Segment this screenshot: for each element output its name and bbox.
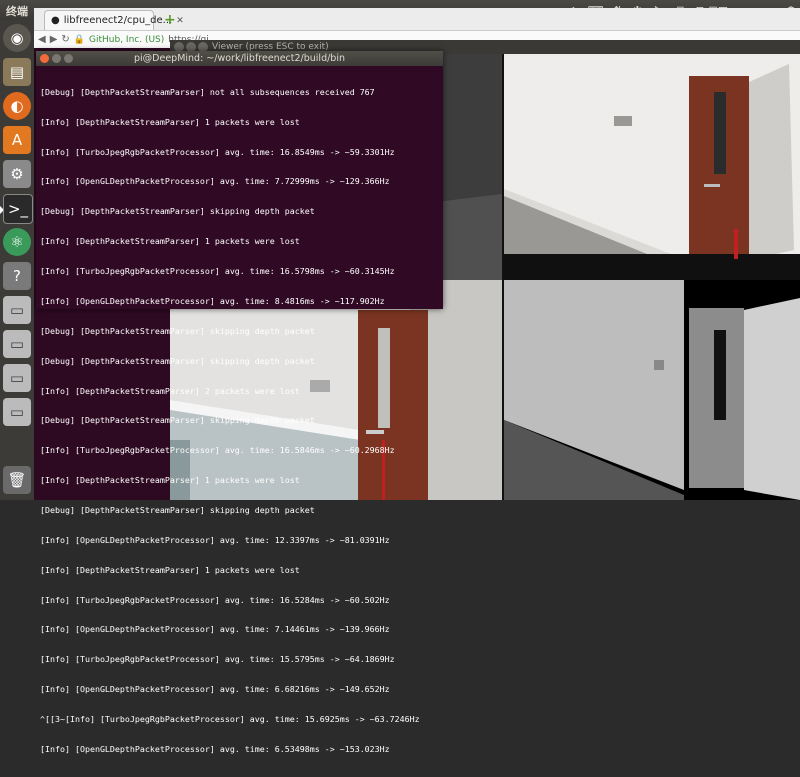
terminal-line: [Info] [DepthPacketStreamParser] 2 packe…: [40, 385, 300, 396]
forward-icon[interactable]: ▶: [50, 34, 58, 45]
new-tab-button[interactable]: +: [164, 13, 178, 27]
terminal-title: pi@DeepMind: ~/work/libfreenect2/build/b…: [133, 53, 345, 64]
reload-icon[interactable]: ↻: [61, 34, 69, 45]
terminal-line: [Debug] [DepthPacketStreamParser] skippi…: [40, 415, 315, 426]
terminal-line: [Info] [OpenGLDepthPacketProcessor] avg.…: [40, 534, 390, 545]
terminal-line: [Info] [OpenGLDepthPacketProcessor] avg.…: [40, 743, 390, 754]
terminal-titlebar[interactable]: pi@DeepMind: ~/work/libfreenect2/build/b…: [36, 51, 443, 66]
system-settings-icon[interactable]: ⚙: [3, 160, 31, 188]
terminal-line: [Debug] [DepthPacketStreamParser] skippi…: [40, 206, 315, 217]
terminal-window[interactable]: pi@DeepMind: ~/work/libfreenect2/build/b…: [36, 51, 443, 754]
browser-tab-label: libfreenect2/cpu_de...: [63, 15, 173, 26]
certificate-label: GitHub, Inc. (US): [89, 34, 165, 45]
drive-icon[interactable]: ▭: [3, 330, 31, 358]
terminal-line: ^[[3~[Info] [TurboJpegRgbPacketProcessor…: [40, 713, 420, 724]
launcher: ◉ ▤ ◐ A ⚙ >_ ⚛ ? ▭ ▭ ▭ ▭ 🗑: [0, 20, 34, 500]
trash-icon[interactable]: 🗑: [3, 466, 31, 494]
drive-icon[interactable]: ▭: [3, 364, 31, 392]
lock-icon: 🔒: [73, 34, 86, 45]
terminal-output[interactable]: [Debug] [DepthPacketStreamParser] not al…: [36, 66, 443, 777]
drive-icon[interactable]: ▭: [3, 296, 31, 324]
depth-image: [504, 280, 800, 500]
terminal-line: [Debug] [DepthPacketStreamParser] not al…: [40, 86, 375, 97]
back-icon[interactable]: ◀: [38, 34, 46, 45]
github-icon: ●: [51, 15, 60, 26]
software-center-icon[interactable]: A: [3, 126, 31, 154]
terminal-icon[interactable]: >_: [3, 194, 33, 224]
minimize-icon[interactable]: [52, 54, 61, 63]
terminal-line: [Debug] [DepthPacketStreamParser] skippi…: [40, 355, 315, 366]
terminal-line: [Info] [TurboJpegRgbPacketProcessor] avg…: [40, 445, 395, 456]
terminal-line: [Info] [OpenGLDepthPacketProcessor] avg.…: [40, 295, 385, 306]
color-image-pane: [504, 54, 800, 280]
terminal-line: [Info] [DepthPacketStreamParser] 1 packe…: [40, 236, 300, 247]
ubuntu-dash-icon[interactable]: ◉: [3, 24, 31, 52]
terminal-line: [Debug] [DepthPacketStreamParser] skippi…: [40, 504, 315, 515]
color-image: [504, 54, 800, 280]
terminal-line: [Info] [DepthPacketStreamParser] 1 packe…: [40, 475, 300, 486]
close-icon[interactable]: [40, 54, 49, 63]
files-icon[interactable]: ▤: [3, 58, 31, 86]
terminal-line: [Info] [TurboJpegRgbPacketProcessor] avg…: [40, 146, 395, 157]
firefox-icon[interactable]: ◐: [3, 92, 31, 120]
active-app-title: 终端: [6, 5, 28, 18]
terminal-line: [Info] [OpenGLDepthPacketProcessor] avg.…: [40, 176, 390, 187]
drive-icon[interactable]: ▭: [3, 398, 31, 426]
browser-tab[interactable]: ● libfreenect2/cpu_de... ✕: [44, 10, 184, 30]
terminal-line: [Info] [OpenGLDepthPacketProcessor] avg.…: [40, 684, 390, 695]
maximize-icon[interactable]: [64, 54, 73, 63]
depth-image-pane: [504, 280, 800, 500]
terminal-line: [Info] [DepthPacketStreamParser] 1 packe…: [40, 116, 300, 127]
help-icon[interactable]: ?: [3, 262, 31, 290]
terminal-line: [Info] [OpenGLDepthPacketProcessor] avg.…: [40, 624, 390, 635]
terminal-line: [Debug] [DepthPacketStreamParser] skippi…: [40, 325, 315, 336]
terminal-line: [Info] [DepthPacketStreamParser] 1 packe…: [40, 564, 300, 575]
terminal-line: [Info] [TurboJpegRgbPacketProcessor] avg…: [40, 654, 395, 665]
terminal-line: [Info] [TurboJpegRgbPacketProcessor] avg…: [40, 266, 395, 277]
terminal-line: [Info] [TurboJpegRgbPacketProcessor] avg…: [40, 594, 390, 605]
atom-icon[interactable]: ⚛: [3, 228, 31, 256]
